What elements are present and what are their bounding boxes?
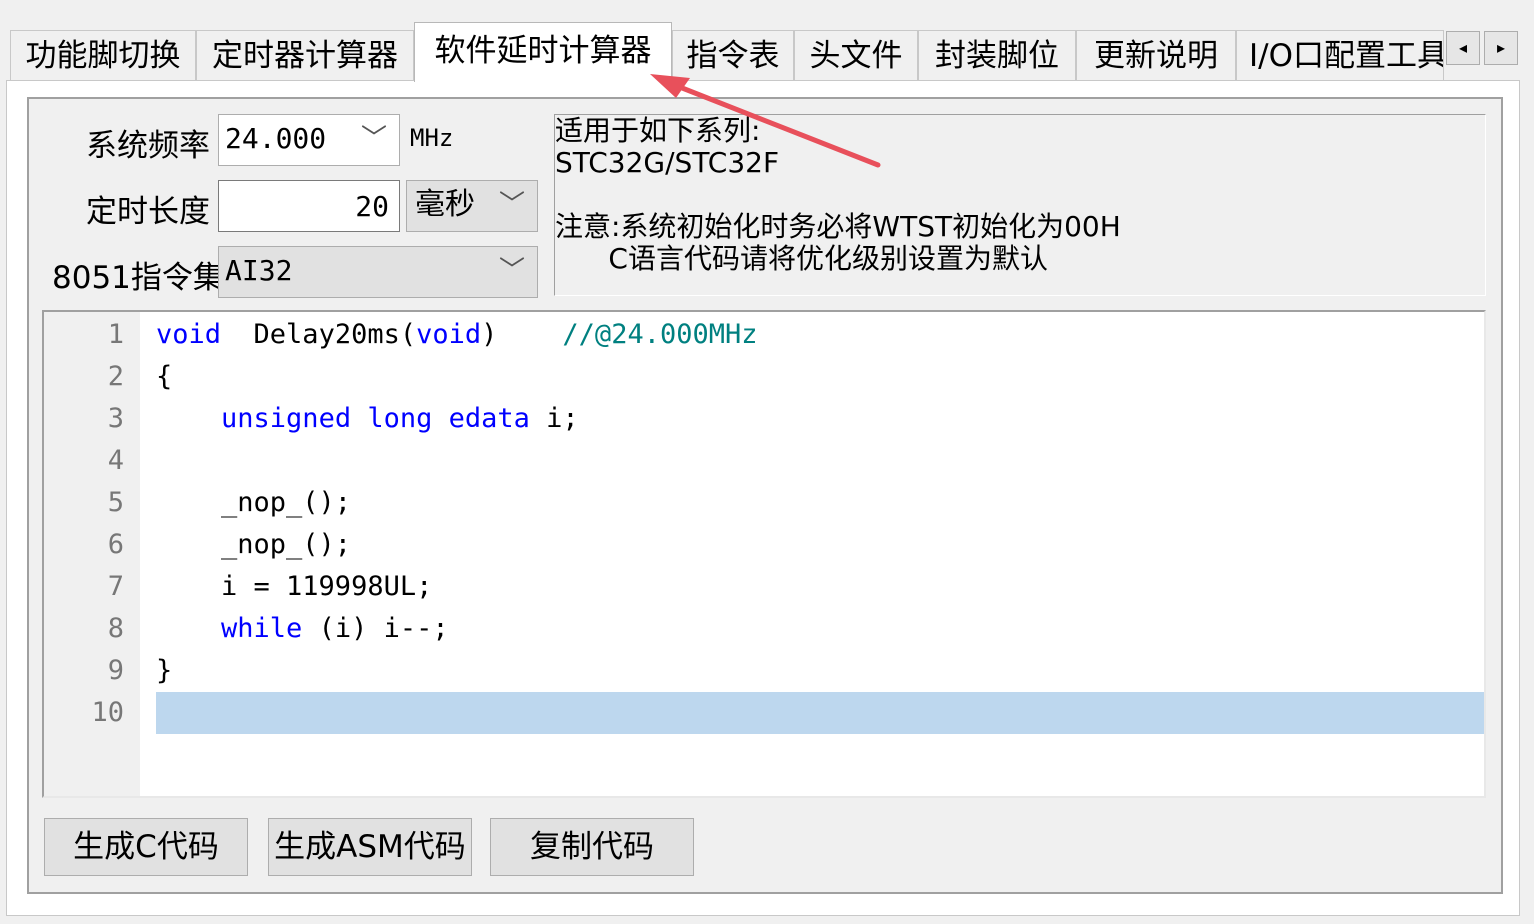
line-number: 3 xyxy=(107,403,124,434)
tab-instruction-table[interactable]: 指令表 xyxy=(672,30,794,80)
freq-value: 24.000 xyxy=(225,122,327,155)
code-line[interactable]: 7 i = 119998UL; xyxy=(44,566,1484,608)
code-text: while (i) i--; xyxy=(221,613,449,644)
code-line[interactable]: 10 xyxy=(44,692,1484,734)
generate-c-code-button[interactable]: 生成C代码 xyxy=(44,818,248,876)
code-line[interactable]: 9} xyxy=(44,650,1484,692)
isa-combobox[interactable]: AI32 ﹀ xyxy=(218,246,538,298)
isa-value: AI32 xyxy=(225,254,293,287)
freq-unit: MHz xyxy=(410,124,454,152)
line-number: 8 xyxy=(107,613,124,644)
isa-label: 8051指令集 xyxy=(52,260,224,296)
line-number: 7 xyxy=(107,571,124,602)
chevron-down-icon[interactable]: ﹀ xyxy=(361,115,387,163)
code-text: void Delay20ms(void) //@24.000MHz xyxy=(156,319,758,350)
code-line[interactable]: 1 void Delay20ms(void) //@24.000MHz xyxy=(44,314,1484,356)
code-line[interactable]: 5 _nop_(); xyxy=(44,482,1484,524)
line-number: 4 xyxy=(107,445,124,476)
line-number: 6 xyxy=(107,529,124,560)
code-text: { xyxy=(156,361,173,392)
applicable-series-info: 适用于如下系列: STC32G/STC32F 注意:系统初始化时务必将WTST初… xyxy=(554,114,1486,296)
line-number: 5 xyxy=(107,487,124,518)
tab-package-pins[interactable]: 封装脚位 xyxy=(918,30,1076,80)
code-text: _nop_(); xyxy=(156,529,352,560)
length-unit-combobox[interactable]: 毫秒 ﹀ xyxy=(406,180,538,232)
tab-function-pin-switch[interactable]: 功能脚切换 xyxy=(10,30,196,80)
chevron-down-icon[interactable]: ﹀ xyxy=(499,247,525,295)
code-line[interactable]: 2{ xyxy=(44,356,1484,398)
line-number: 2 xyxy=(107,361,124,392)
tab-io-config-tool[interactable]: I/O口配置工具 xyxy=(1236,30,1444,80)
chevron-down-icon[interactable]: ﹀ xyxy=(499,181,525,229)
length-label: 定时长度 xyxy=(86,194,210,230)
code-text: i = 119998UL; xyxy=(156,571,433,602)
code-text: _nop_(); xyxy=(156,487,352,518)
code-line[interactable]: 3 unsigned long edata i; xyxy=(44,398,1484,440)
generate-asm-code-button[interactable]: 生成ASM代码 xyxy=(268,818,472,876)
line-number: 10 xyxy=(91,697,124,728)
line-number: 9 xyxy=(107,655,124,686)
tab-scroll-right-icon[interactable]: ▸ xyxy=(1484,31,1518,65)
tab-timer-calculator[interactable]: 定时器计算器 xyxy=(196,30,414,80)
tab-scroll-left-icon[interactable]: ◂ xyxy=(1446,31,1480,65)
freq-label: 系统频率 xyxy=(86,128,210,164)
line-number: 1 xyxy=(107,319,124,350)
tab-update-notes[interactable]: 更新说明 xyxy=(1076,30,1236,80)
code-text: } xyxy=(156,655,173,686)
code-text: unsigned long edata i; xyxy=(221,403,579,434)
tab-software-delay-calculator[interactable]: 软件延时计算器 xyxy=(414,22,672,82)
code-line[interactable]: 8 while (i) i--; xyxy=(44,608,1484,650)
length-unit-value: 毫秒 xyxy=(415,187,475,222)
code-line[interactable]: 6 _nop_(); xyxy=(44,524,1484,566)
copy-code-button[interactable]: 复制代码 xyxy=(490,818,694,876)
code-line[interactable]: 4 xyxy=(44,440,1484,482)
tab-header-file[interactable]: 头文件 xyxy=(794,30,918,80)
code-editor[interactable]: 1 void Delay20ms(void) //@24.000MHz 2{3 un… xyxy=(42,310,1486,798)
tab-strip: 功能脚切换 定时器计算器 软件延时计算器 指令表 头文件 封装脚位 更新说明 I… xyxy=(0,0,1534,82)
current-line-highlight xyxy=(156,692,1484,734)
length-input[interactable] xyxy=(218,180,400,232)
freq-combobox[interactable]: 24.000 ﹀ xyxy=(218,114,400,166)
